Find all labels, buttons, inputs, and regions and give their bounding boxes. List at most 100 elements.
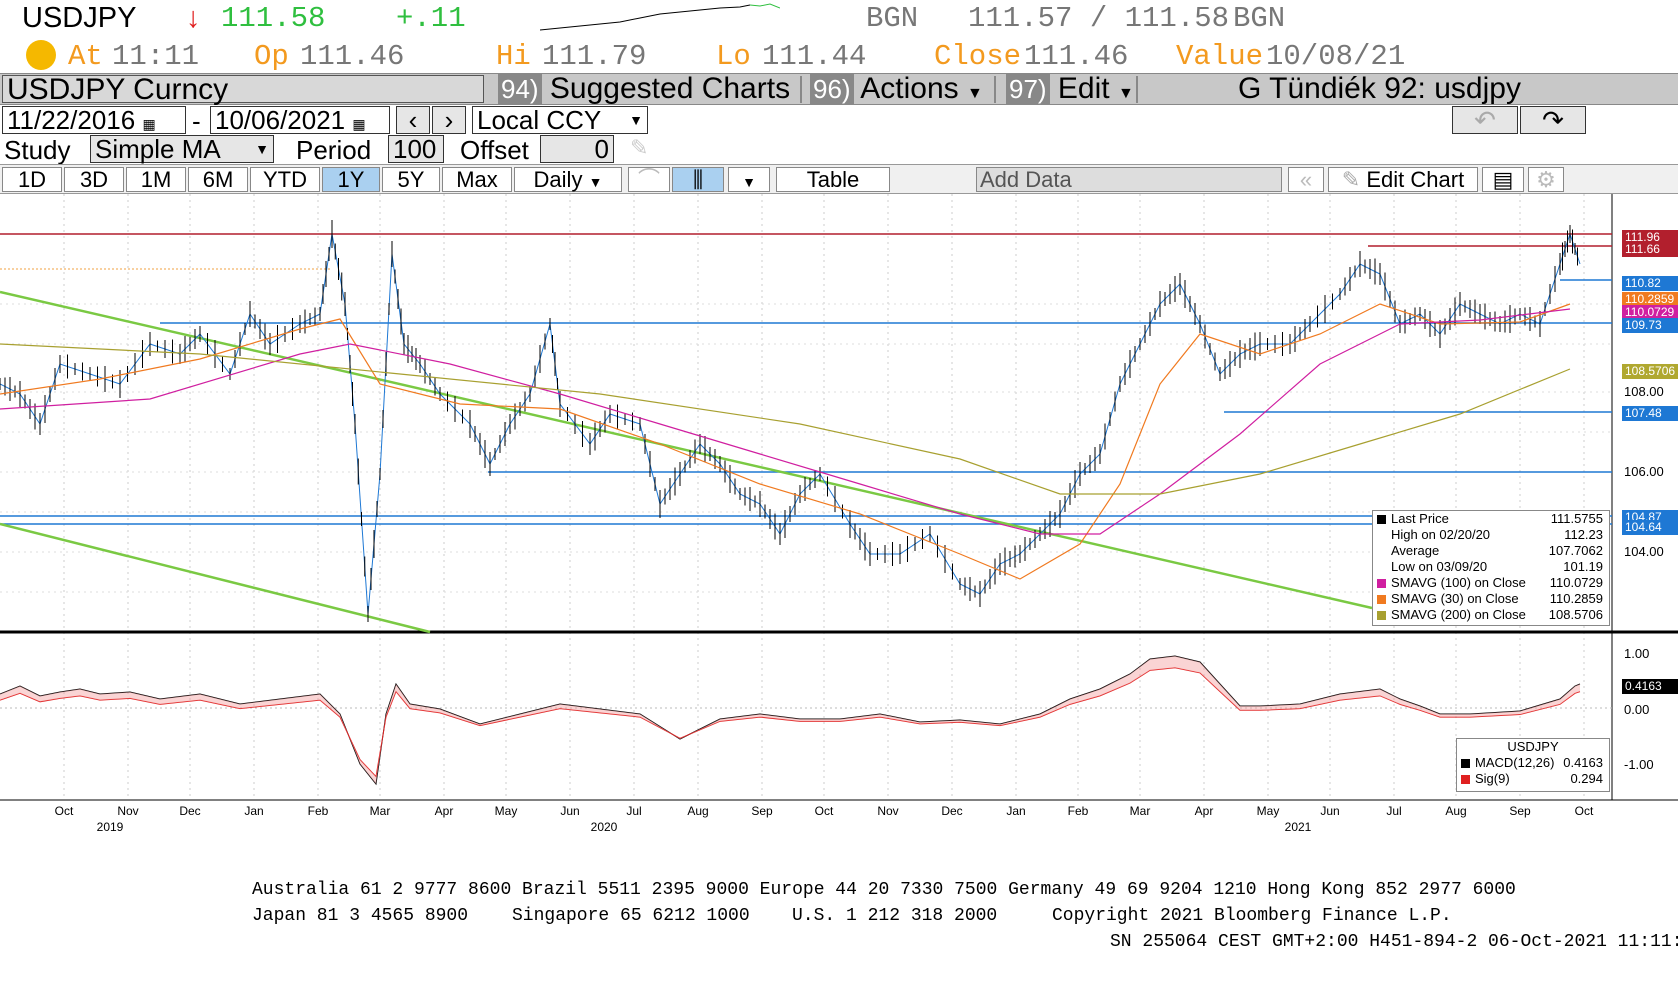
calendar-icon[interactable]: ▦ [142,116,155,132]
undo-button[interactable]: ↶ [1452,106,1518,134]
op-label: Op [254,40,289,73]
y-axis-label: 106.00 [1624,464,1664,479]
legend-swatch [1377,515,1386,525]
legend-label: SMAVG (100) on Close [1391,575,1526,590]
period-button-ytd[interactable]: YTD [250,167,320,192]
x-axis-month: Aug [687,804,709,818]
chart-edit-icon: ▤ [1492,167,1514,192]
edit-chart-label: Edit Chart [1366,167,1465,192]
period-button-1d[interactable]: 1D [2,167,62,192]
end-date-field[interactable]: 10/06/2021 ▦ [210,106,390,134]
main-toolbar: USDJPY Curncy 94) Suggested Charts 96) A… [0,73,1678,105]
chart-legend[interactable]: Last Price 111.5755 High on 02/20/20 112.23… [1372,510,1610,626]
chart-area[interactable]: 111.96 111.66 110.82 110.2859 110.0729 109.73… [0,194,1678,864]
period-label: 1Y [337,167,365,192]
user-label: G Tündiék 92: usdjpy [1238,72,1521,105]
x-axis-month: May [1256,804,1280,818]
period-field[interactable]: 100 [388,135,444,163]
period-label: 3D [79,167,109,192]
period-label: Max [456,167,498,192]
macd-histogram [0,656,1580,784]
currency-dropdown[interactable]: Local CCY ▼ [472,106,648,134]
period-label: YTD [263,167,307,192]
macd-legend[interactable]: USDJPY MACD(12,26) 0.4163 Sig(9) 0.294 [1456,738,1610,792]
frequency-value: Daily [533,167,583,192]
legend-label: Sig(9) [1475,771,1510,786]
chart-settings-button[interactable]: ▤ [1482,167,1524,192]
security-field[interactable]: USDJPY Curncy [2,75,484,105]
study-dropdown[interactable]: Simple MA ▼ [90,135,274,163]
price-change: +.11 [396,2,466,35]
legend-rows: Last Price 111.5755 High on 02/20/20 112.23… [1373,511,1609,623]
calendar-icon[interactable]: ▦ [352,116,365,132]
footer-contacts: Australia 61 2 9777 8600 Brazil 5511 239… [252,880,1516,900]
chart-type-dropdown[interactable]: ▼ [728,167,770,192]
period-button-5y[interactable]: 5Y [382,167,440,192]
legend-swatch [1377,579,1386,589]
offset-value: 0 [594,134,609,164]
period-button-6m[interactable]: 6M [188,167,248,192]
edit-label: Edit [1057,72,1110,105]
period-button-max[interactable]: Max [442,167,512,192]
add-data-input[interactable]: Add Data [976,167,1282,192]
legend-swatch [1377,595,1386,605]
frequency-dropdown[interactable]: Daily ▼ [514,167,622,192]
x-axis-month: Oct [54,804,74,818]
price-tag: 110.82 [1622,276,1678,291]
down-arrow-icon: ↓ [186,2,201,34]
trend-line [0,290,1373,610]
x-axis-year: 2020 [590,820,618,834]
edit-menu[interactable]: 97) Edit ▼ [1006,74,1134,104]
x-axis-month: Nov [877,804,899,818]
price-tag: 111.66 [1622,242,1678,257]
line-chart-button[interactable]: ⌒ [628,167,670,192]
actions-menu[interactable]: 96) Actions ▼ [810,74,983,104]
x-axis-month: Aug [1445,804,1467,818]
sparkline [540,3,780,31]
date-range-bar: 11/22/2016 ▦ - 10/06/2021 ▦ ‹ › Local CC… [0,105,1678,136]
price-tag: 104.64 [1622,520,1678,535]
prev-period-button[interactable]: ‹ [396,106,430,134]
x-axis-month: Jun [1320,804,1340,818]
clock-icon [26,40,56,70]
gear-button[interactable]: ⚙ [1528,167,1564,192]
period-button-1y[interactable]: 1Y [322,167,380,192]
pencil-icon[interactable]: ✎ [630,135,648,161]
separator [800,76,802,103]
x-axis-month: Jan [1006,804,1026,818]
collapse-button[interactable]: « [1288,167,1324,192]
footer-singapore: Singapore 65 6212 1000 [512,906,750,926]
at-label: At [68,40,103,73]
undo-icon: ↶ [1474,105,1496,135]
next-period-button[interactable]: › [432,106,466,134]
x-axis-month: May [494,804,518,818]
redo-button[interactable]: ↷ [1520,106,1586,134]
period-label: 1D [17,167,47,192]
legend-value: 110.2859 [1549,591,1603,606]
dropdown-arrow-icon: ▼ [1117,85,1134,102]
period-label: Period [296,135,372,165]
footer-japan: Japan 81 3 4565 8900 [252,906,469,926]
period-button-3d[interactable]: 3D [64,167,124,192]
legend-swatch [1377,531,1386,540]
dropdown-arrow-icon: ▼ [742,174,756,190]
offset-field[interactable]: 0 [540,135,614,163]
start-date-field[interactable]: 11/22/2016 ▦ [2,106,186,134]
table-button[interactable]: Table [776,167,890,192]
chevron-right-icon: › [444,105,454,135]
bid-ask: 111.57 / 111.58 [968,2,1230,35]
footer-session: SN 255064 CEST GMT+2:00 H451-894-2 06-Oc… [1110,932,1678,952]
footer: Australia 61 2 9777 8600 Brazil 5511 239… [0,880,1678,985]
range-dash: - [192,106,201,136]
period-button-1m[interactable]: 1M [126,167,186,192]
edit-chart-button[interactable]: ✎ Edit Chart [1328,167,1478,192]
x-axis-month: Nov [117,804,139,818]
offset-label: Offset [460,135,529,165]
currency-value: Local CCY [477,105,602,135]
x-axis-month: Mar [369,804,391,818]
bar-chart-button[interactable]: ⫼ [672,167,724,192]
double-chevron-left-icon: « [1299,167,1313,192]
lo-label: Lo [716,40,751,73]
legend-label: Last Price [1391,511,1449,526]
suggested-charts-button[interactable]: 94) Suggested Charts [498,74,790,104]
